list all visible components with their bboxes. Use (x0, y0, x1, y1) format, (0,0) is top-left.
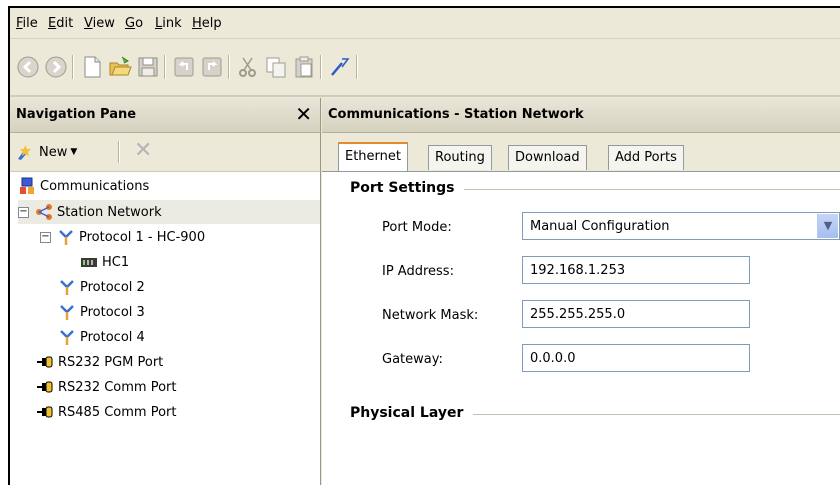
tree-item-communications[interactable]: Communications (18, 174, 149, 198)
menu-view[interactable]: View (84, 16, 115, 31)
toolbar-separator (164, 55, 166, 79)
menu-link[interactable]: Link (155, 16, 182, 31)
tree-item-protocol-1[interactable]: − Protocol 1 - HC-900 (40, 225, 205, 249)
save-icon[interactable] (136, 55, 160, 79)
new-button[interactable]: New ▼ (16, 141, 77, 163)
gateway-field[interactable]: 0.0.0.0 (522, 344, 750, 372)
navigation-pane-toolbar: New ▼ ✕ (10, 133, 320, 172)
back-icon[interactable] (16, 55, 40, 79)
chevron-down-icon[interactable]: ▼ (817, 214, 838, 238)
forward-icon[interactable] (44, 55, 68, 79)
open-folder-icon[interactable] (108, 55, 132, 79)
port-mode-value: Manual Configuration (530, 219, 670, 234)
tab-download[interactable]: Download (508, 145, 587, 170)
toolbar-separator (356, 55, 358, 79)
tree-item-rs485-comm-port[interactable]: RS485 Comm Port (36, 400, 177, 424)
tree-item-label: Protocol 2 (80, 279, 145, 295)
navigation-pane-header: Navigation Pane ✕ (10, 98, 320, 133)
toolbar (10, 39, 840, 97)
tree-item-label: RS232 PGM Port (58, 354, 164, 370)
redo-icon[interactable] (200, 55, 224, 79)
tab-routing[interactable]: Routing (428, 145, 492, 170)
tree-item-protocol-4[interactable]: Protocol 4 (58, 325, 145, 349)
ip-address-label: IP Address: (382, 264, 454, 279)
toolbar-separator (72, 55, 74, 79)
port-mode-label: Port Mode: (382, 220, 452, 235)
protocol-icon (59, 230, 73, 245)
tree-item-rs232-pgm-port[interactable]: RS232 PGM Port (36, 350, 163, 374)
protocol-icon (60, 330, 74, 345)
new-button-label: New (39, 144, 68, 160)
navigation-pane: Navigation Pane ✕ New ▼ ✕ Communications (10, 98, 321, 485)
tree-item-protocol-2[interactable]: Protocol 2 (58, 275, 145, 299)
tree-item-label: RS485 Comm Port (58, 404, 177, 420)
tree-item-label: RS232 Comm Port (58, 379, 177, 395)
protocol-icon (60, 280, 74, 295)
wand-icon[interactable] (328, 55, 352, 79)
menu-bar: File Edit View Go Link Help (10, 8, 840, 39)
tree-item-label: Communications (40, 178, 150, 194)
collapse-icon[interactable]: − (18, 206, 29, 218)
network-icon (36, 204, 52, 220)
toolbar-separator (118, 141, 120, 163)
delete-icon[interactable]: ✕ (134, 138, 152, 163)
menu-file[interactable]: File (16, 16, 38, 31)
controller-icon (81, 258, 97, 267)
communications-icon (20, 177, 34, 194)
tree-item-hc1[interactable]: HC1 (80, 250, 129, 274)
page-title: Communications - Station Network (328, 107, 584, 122)
tree-item-rs232-comm-port[interactable]: RS232 Comm Port (36, 375, 177, 399)
menu-help[interactable]: Help (192, 16, 222, 31)
protocol-icon (60, 305, 74, 320)
collapse-icon[interactable]: − (40, 231, 51, 243)
toolbar-separator (320, 55, 322, 79)
menu-go[interactable]: Go (125, 16, 143, 31)
navigation-pane-title: Navigation Pane (16, 107, 137, 122)
tree-item-label: Protocol 3 (80, 304, 145, 320)
gateway-label: Gateway: (382, 352, 443, 367)
tab-ethernet[interactable]: Ethernet (338, 142, 408, 172)
main-panel: Communications - Station Network Etherne… (322, 98, 840, 485)
tab-bar: Ethernet Routing Download Add Ports (322, 133, 840, 172)
tab-add-ports[interactable]: Add Ports (608, 145, 684, 170)
undo-icon[interactable] (172, 55, 196, 79)
physical-layer-heading: Physical Layer (350, 405, 474, 421)
toolbar-separator (228, 55, 230, 79)
port-mode-select[interactable]: Manual Configuration ▼ (522, 212, 840, 240)
network-mask-field[interactable]: 255.255.255.0 (522, 300, 750, 328)
cut-icon[interactable] (236, 55, 260, 79)
copy-icon[interactable] (264, 55, 288, 79)
paste-icon[interactable] (292, 55, 316, 79)
tree-item-protocol-3[interactable]: Protocol 3 (58, 300, 145, 324)
new-item-icon (18, 145, 31, 160)
new-document-icon[interactable] (80, 55, 104, 79)
port-settings-heading: Port Settings (350, 180, 465, 196)
menu-edit[interactable]: Edit (48, 16, 73, 31)
tree-item-label: Protocol 4 (80, 329, 145, 345)
ethernet-tab-panel: Port Settings Port Mode: Manual Configur… (322, 171, 840, 485)
tree-item-label: Protocol 1 - HC-900 (79, 229, 206, 245)
network-mask-label: Network Mask: (382, 308, 479, 323)
serial-port-icon (37, 406, 53, 418)
serial-port-icon (37, 356, 53, 368)
close-icon[interactable]: ✕ (295, 102, 312, 126)
tree-item-station-network[interactable]: − Station Network (18, 200, 320, 224)
ip-address-field[interactable]: 192.168.1.253 (522, 256, 750, 284)
application-window: File Edit View Go Link Help Navigation P… (8, 6, 840, 485)
tree-item-label: Station Network (57, 204, 162, 220)
tree-item-label: HC1 (102, 254, 130, 270)
serial-port-icon (37, 381, 53, 393)
main-panel-header: Communications - Station Network (322, 98, 840, 133)
chevron-down-icon: ▼ (70, 147, 78, 157)
